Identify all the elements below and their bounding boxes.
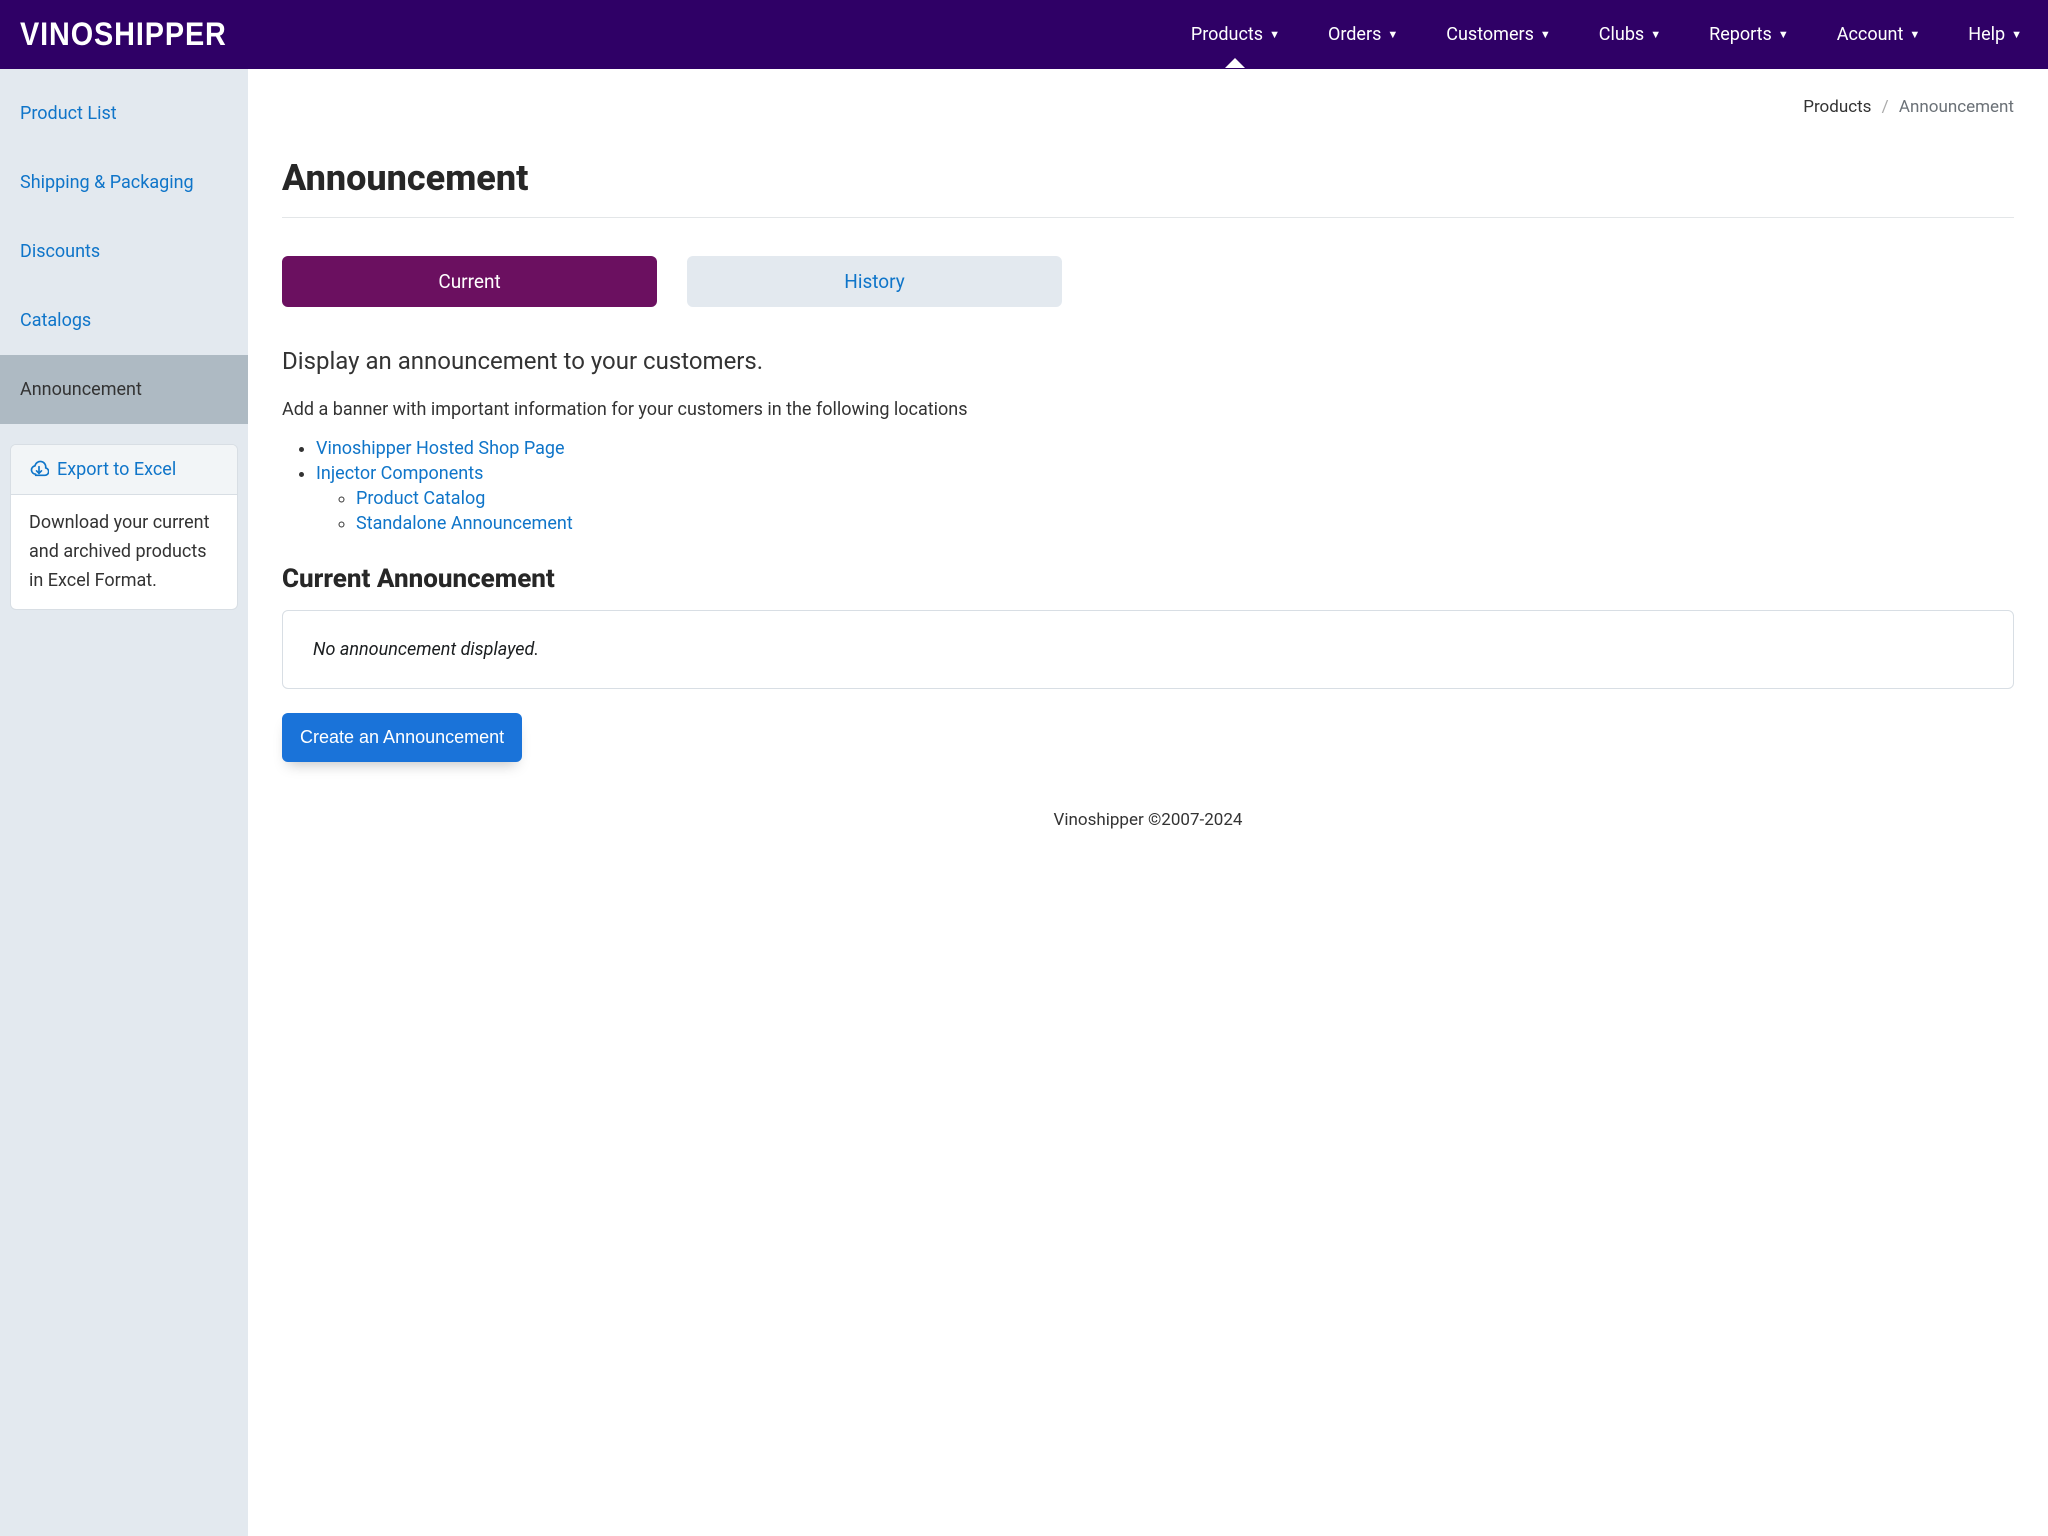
- chevron-down-icon: ▼: [1387, 28, 1398, 41]
- main-content: Products / Announcement Announcement Cur…: [248, 69, 2048, 1536]
- nav-label: Orders: [1328, 24, 1381, 45]
- link-standalone-announcement[interactable]: Standalone Announcement: [356, 513, 573, 534]
- sidebar-item-discounts[interactable]: Discounts: [0, 217, 248, 286]
- description-text: Add a banner with important information …: [282, 399, 2014, 420]
- create-announcement-button[interactable]: Create an Announcement: [282, 713, 522, 762]
- breadcrumb-root[interactable]: Products: [1803, 97, 1871, 117]
- footer-text: Vinoshipper ©2007-2024: [282, 762, 2014, 840]
- nav-item-customers[interactable]: Customers ▼: [1440, 2, 1557, 67]
- tab-history[interactable]: History: [687, 256, 1062, 307]
- lead-text: Display an announcement to your customer…: [282, 347, 2014, 375]
- section-heading: Current Announcement: [282, 564, 2014, 594]
- nav-links: Products ▼ Orders ▼ Customers ▼ Clubs ▼ …: [1185, 2, 2028, 67]
- tabs: Current History: [282, 256, 2014, 307]
- sidebar-item-product-list[interactable]: Product List: [0, 79, 248, 148]
- chevron-down-icon: ▼: [1650, 28, 1661, 41]
- nav-item-reports[interactable]: Reports ▼: [1703, 2, 1795, 67]
- link-product-catalog[interactable]: Product Catalog: [356, 488, 485, 509]
- export-description: Download your current and archived produ…: [11, 495, 237, 609]
- sidebar: Product List Shipping & Packaging Discou…: [0, 69, 248, 1536]
- title-divider: [282, 217, 2014, 218]
- page-title: Announcement: [282, 157, 2014, 199]
- list-item: Injector Components Product Catalog Stan…: [316, 463, 2014, 534]
- nav-label: Account: [1837, 24, 1904, 45]
- link-injector-components[interactable]: Injector Components: [316, 463, 483, 484]
- empty-state-text: No announcement displayed.: [313, 639, 539, 660]
- list-item: Product Catalog: [356, 488, 2014, 509]
- chevron-down-icon: ▼: [1540, 28, 1551, 41]
- nav-label: Products: [1191, 24, 1263, 45]
- tab-current[interactable]: Current: [282, 256, 657, 307]
- link-hosted-shop[interactable]: Vinoshipper Hosted Shop Page: [316, 438, 565, 459]
- chevron-down-icon: ▼: [2011, 28, 2022, 41]
- chevron-down-icon: ▼: [1909, 28, 1920, 41]
- sidebar-item-announcement[interactable]: Announcement: [0, 355, 248, 424]
- nav-item-orders[interactable]: Orders ▼: [1322, 2, 1404, 67]
- nav-label: Customers: [1446, 24, 1534, 45]
- sidebar-item-catalogs[interactable]: Catalogs: [0, 286, 248, 355]
- top-navbar: VINOSHIPPER Products ▼ Orders ▼ Customer…: [0, 0, 2048, 69]
- nav-item-clubs[interactable]: Clubs ▼: [1593, 2, 1667, 67]
- nav-item-products[interactable]: Products ▼: [1185, 2, 1286, 67]
- sublinks: Product Catalog Standalone Announcement: [356, 488, 2014, 534]
- nav-item-account[interactable]: Account ▼: [1831, 2, 1927, 67]
- list-item: Vinoshipper Hosted Shop Page: [316, 438, 2014, 459]
- nav-label: Clubs: [1599, 24, 1644, 45]
- breadcrumb: Products / Announcement: [282, 97, 2014, 117]
- breadcrumb-current: Announcement: [1899, 97, 2014, 117]
- export-box: Export to Excel Download your current an…: [10, 444, 238, 610]
- announcement-empty-box: No announcement displayed.: [282, 610, 2014, 689]
- chevron-down-icon: ▼: [1269, 28, 1280, 41]
- chevron-down-icon: ▼: [1778, 28, 1789, 41]
- location-links: Vinoshipper Hosted Shop Page Injector Co…: [316, 438, 2014, 534]
- cloud-download-icon: [29, 460, 49, 480]
- sidebar-item-shipping[interactable]: Shipping & Packaging: [0, 148, 248, 217]
- export-to-excel-link[interactable]: Export to Excel: [11, 445, 237, 495]
- nav-item-help[interactable]: Help ▼: [1962, 2, 2028, 67]
- export-label: Export to Excel: [57, 459, 176, 480]
- nav-label: Reports: [1709, 24, 1772, 45]
- list-item: Standalone Announcement: [356, 513, 2014, 534]
- brand-logo[interactable]: VINOSHIPPER: [20, 16, 227, 53]
- breadcrumb-separator: /: [1882, 97, 1889, 117]
- nav-label: Help: [1968, 24, 2005, 45]
